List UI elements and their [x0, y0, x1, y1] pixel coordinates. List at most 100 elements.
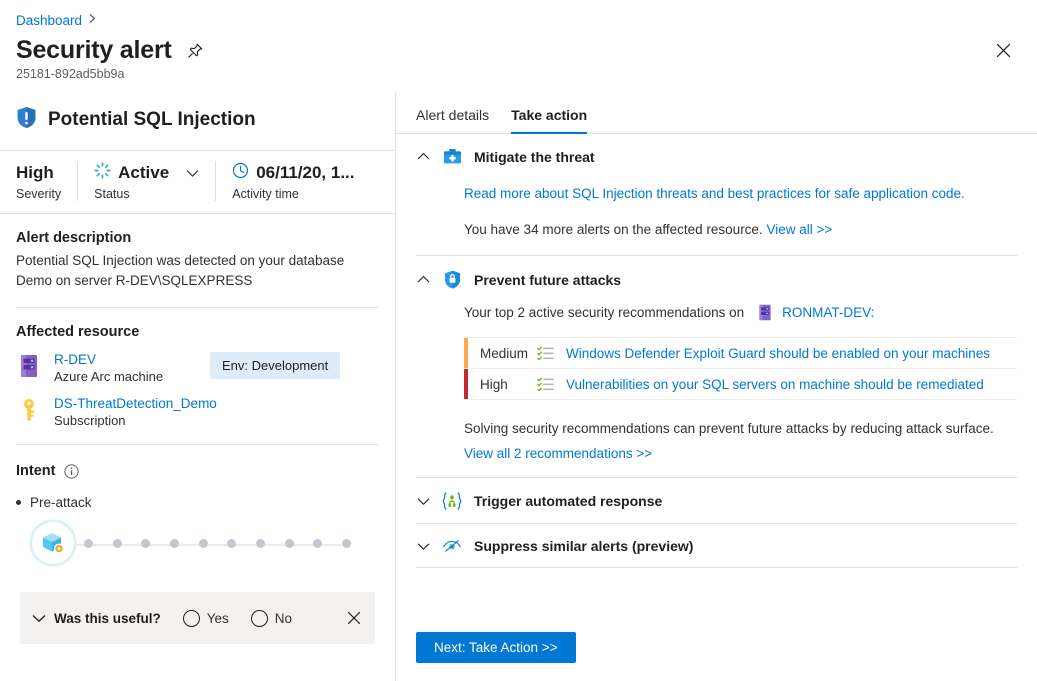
resource-type: Azure Arc machine: [54, 369, 164, 384]
chevron-down-icon[interactable]: [186, 169, 199, 178]
section-title-suppress: Suppress similar alerts (preview): [474, 538, 694, 554]
shield-lock-icon: [442, 270, 462, 289]
chevron-down-icon[interactable]: [32, 614, 46, 623]
clock-icon: [232, 162, 249, 184]
recommendation-link[interactable]: Windows Defender Exploit Guard should be…: [566, 346, 990, 361]
view-all-recommendations-link[interactable]: View all 2 recommendations >>: [464, 446, 1017, 461]
severity-value: High: [16, 163, 54, 182]
affected-resource-item: R-DEV Azure Arc machine Env: Development: [16, 352, 379, 384]
section-title-prevent: Prevent future attacks: [474, 271, 622, 288]
security-alert-page: Dashboard Security alert 25181-892ad5bb9…: [0, 0, 1037, 681]
recommendations-list: Medium Windows Defender Exploit Guard sh…: [464, 337, 1017, 400]
section-title-mitigate: Mitigate the threat: [474, 148, 595, 165]
cube-icon[interactable]: [30, 520, 76, 566]
server-icon: [758, 304, 772, 321]
chevron-down-icon[interactable]: [416, 542, 430, 551]
checklist-icon: [532, 346, 558, 360]
next-take-action-button[interactable]: Next: Take Action >>: [416, 632, 576, 663]
eye-hide-icon: [442, 538, 462, 554]
timeline-dots: [84, 539, 351, 548]
status-cell[interactable]: Active Status: [77, 161, 215, 201]
recommendations-intro-label: Your top 2 active security recommendatio…: [464, 305, 745, 320]
close-icon[interactable]: [347, 611, 361, 625]
section-header-suppress[interactable]: Suppress similar alerts (preview): [416, 524, 1017, 567]
timeline-dot: [284, 539, 294, 548]
activity-time-value: 06/11/20, 1...: [256, 163, 355, 182]
chevron-down-icon[interactable]: [416, 497, 430, 506]
bullet-icon: [16, 500, 21, 505]
environment-tag: Env: Development: [210, 352, 341, 379]
info-icon[interactable]: [64, 463, 80, 479]
section-header-trigger[interactable]: Trigger automated response: [416, 478, 1017, 523]
recommendation-row[interactable]: Medium Windows Defender Exploit Guard sh…: [464, 338, 1017, 369]
key-icon: [16, 396, 42, 422]
alert-name: Potential SQL Injection: [48, 109, 256, 130]
section-header-prevent[interactable]: Prevent future attacks: [416, 256, 1017, 302]
recommendation-link[interactable]: Vulnerabilities on your SQL servers on m…: [566, 377, 984, 392]
tab-take-action[interactable]: Take action: [511, 107, 588, 134]
radio-no[interactable]: [250, 609, 268, 627]
take-action-pane: Alert details Take action Mitigate the t…: [396, 92, 1037, 681]
breadcrumb-dashboard[interactable]: Dashboard: [16, 13, 82, 28]
status-label: Status: [94, 187, 130, 201]
tab-alert-details[interactable]: Alert details: [416, 107, 489, 134]
page-title: Security alert: [16, 36, 172, 64]
feedback-yes-label: Yes: [206, 610, 229, 626]
severity-label: Severity: [16, 187, 62, 201]
first-aid-kit-icon: [442, 148, 462, 165]
activity-time-cell: 06/11/20, 1... Activity time: [215, 161, 370, 201]
intent-heading-row: Intent: [16, 463, 379, 479]
pin-icon[interactable]: [186, 42, 204, 60]
timeline-dot: [227, 539, 237, 548]
section-title-trigger: Trigger automated response: [474, 493, 663, 509]
alert-details-body: Alert description Potential SQL Injectio…: [0, 214, 395, 681]
resource-link-ronmat-dev[interactable]: RONMAT-DEV:: [782, 305, 874, 320]
title-row: Security alert: [16, 36, 1021, 65]
intent-stage: Pre-attack: [16, 495, 379, 510]
section-trigger-automated-response: Trigger automated response: [416, 478, 1017, 524]
recommendations-note: Solving security recommendations can pre…: [464, 421, 994, 436]
feedback-question: Was this useful?: [54, 610, 161, 626]
intent-heading: Intent: [16, 463, 56, 479]
recommendation-severity: Medium: [480, 345, 529, 361]
alert-summary-pane: Potential SQL Injection High Severity Ac…: [0, 92, 396, 681]
recommendation-row[interactable]: High Vulnerabilities on your SQL servers…: [464, 369, 1017, 400]
page-header: Dashboard Security alert 25181-892ad5bb9…: [0, 0, 1037, 92]
section-header-mitigate[interactable]: Mitigate the threat: [416, 134, 1017, 178]
resource-link-r-dev[interactable]: R-DEV: [54, 352, 163, 367]
divider: [16, 444, 379, 445]
resource-link-subscription[interactable]: DS-ThreatDetection_Demo: [54, 396, 217, 411]
section-body-prevent: Your top 2 active security recommendatio…: [416, 304, 1017, 477]
section-prevent-future-attacks: Prevent future attacks Your top 2 active…: [416, 256, 1017, 478]
kill-chain-timeline: [16, 520, 379, 570]
affected-resource-item: DS-ThreatDetection_Demo Subscription: [16, 396, 379, 428]
feedback-yes-option[interactable]: Yes: [182, 609, 229, 627]
timeline-dot: [141, 539, 151, 548]
affected-resource-heading: Affected resource: [16, 324, 140, 340]
section-suppress-similar-alerts: Suppress similar alerts (preview): [416, 524, 1017, 568]
timeline-dot: [169, 539, 179, 548]
close-icon[interactable]: [989, 36, 1017, 64]
breadcrumb: Dashboard: [16, 10, 1021, 30]
chevron-up-icon[interactable]: [416, 275, 430, 284]
severity-cell: High Severity: [0, 161, 77, 201]
resource-type: Subscription: [54, 413, 126, 428]
timeline-dot: [341, 539, 351, 548]
status-value: Active: [118, 163, 170, 182]
view-all-alerts-link[interactable]: View all >>: [766, 222, 832, 237]
more-alerts-label: You have 34 more alerts on the affected …: [464, 222, 763, 237]
activity-time-label: Activity time: [232, 187, 299, 201]
intent-stage-label: Pre-attack: [30, 495, 92, 510]
feedback-bar: Was this useful? Yes No: [20, 592, 375, 644]
timeline-dot: [84, 539, 93, 548]
alert-id: 25181-892ad5bb9a: [16, 67, 125, 81]
timeline-dot: [313, 539, 323, 548]
radio-yes[interactable]: [182, 609, 200, 627]
alert-description-heading: Alert description: [16, 230, 132, 246]
timeline-dot: [112, 539, 122, 548]
feedback-no-option[interactable]: No: [250, 609, 292, 627]
divider: [16, 307, 379, 308]
read-more-sql-injection-link[interactable]: Read more about SQL Injection threats an…: [464, 186, 1017, 201]
alert-meta-bar: High Severity Active Status 06/11/20, 1.…: [0, 151, 395, 214]
chevron-up-icon[interactable]: [416, 152, 430, 161]
